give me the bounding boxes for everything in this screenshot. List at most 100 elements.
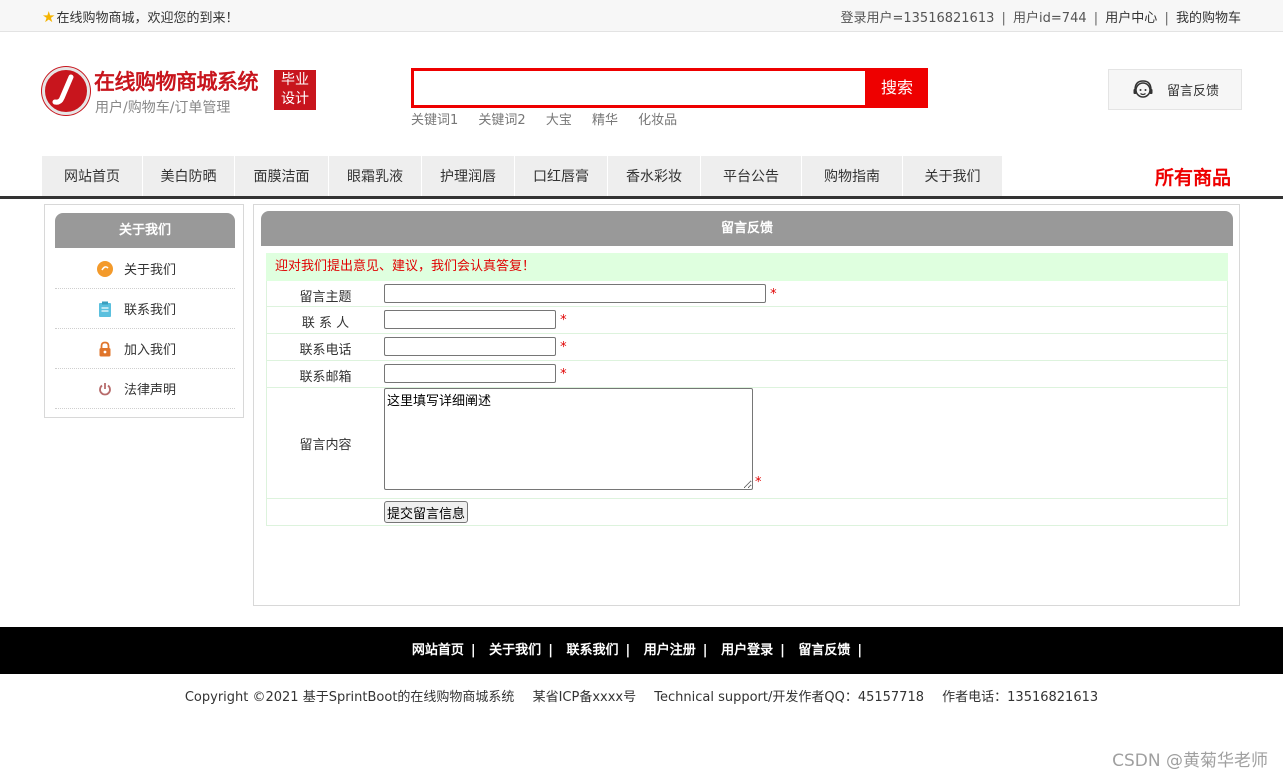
power-icon xyxy=(97,381,113,397)
all-goods-link[interactable]: 所有商品 xyxy=(1155,163,1231,190)
user-center-link[interactable]: 用户中心 xyxy=(1105,11,1157,26)
keyword-link[interactable]: 大宝 xyxy=(546,113,572,128)
footer-separator: | xyxy=(470,643,476,658)
nav-item-masks[interactable]: 面膜洁面 xyxy=(235,156,329,196)
nav-item-announcements[interactable]: 平台公告 xyxy=(701,156,802,196)
copyright-line: Copyright ©2021 基于SprintBoot的在线购物商城系统 某省… xyxy=(0,686,1283,705)
footer-link-contact[interactable]: 联系我们 xyxy=(566,643,618,658)
sidebar-item-label: 关于我们 xyxy=(124,263,177,278)
support-text: Technical support/开发作者QQ：45157718 xyxy=(654,690,925,705)
footer-nav: 网站首页 | 关于我们 | 联系我们 | 用户注册 | 用户登录 | 留言反馈 | xyxy=(0,627,1283,674)
submit-wrap: 提交留言信息 xyxy=(384,501,469,523)
form-row-email: 联系邮箱 * xyxy=(266,361,1228,388)
submit-feedback-button[interactable]: 提交留言信息 xyxy=(384,501,469,523)
footer-link-register[interactable]: 用户注册 xyxy=(644,643,696,658)
phone-field-wrap: * xyxy=(384,337,567,356)
footer-separator: | xyxy=(780,643,785,658)
nav-item-shopping-guide[interactable]: 购物指南 xyxy=(802,156,903,196)
contact-label: 联 系 人 xyxy=(301,316,350,331)
keyword-link[interactable]: 关键词2 xyxy=(478,113,525,128)
logo-subtitle: 用户/购物车/订单管理 xyxy=(95,100,231,116)
clipboard-icon xyxy=(97,301,113,317)
sidebar-list: 关于我们 联系我们 加入我们 法律声明 xyxy=(55,249,235,409)
form-row-submit: 提交留言信息 xyxy=(266,499,1228,526)
footer-separator: | xyxy=(548,643,553,658)
nav-divider xyxy=(0,196,1283,199)
sidebar-title: 关于我们 xyxy=(55,213,235,248)
form-row-phone: 联系电话 * xyxy=(266,334,1228,361)
search-input[interactable] xyxy=(414,71,865,105)
footer-link-login[interactable]: 用户登录 xyxy=(721,643,773,658)
contact-input[interactable] xyxy=(384,310,556,329)
keyword-link[interactable]: 化妆品 xyxy=(638,113,677,128)
author-phone-text: 作者电话：13516821613 xyxy=(942,690,1099,705)
email-label: 联系邮箱 xyxy=(299,370,352,385)
form-row-contact: 联 系 人 * xyxy=(266,307,1228,334)
footer-separator: | xyxy=(625,643,631,658)
main-nav: 网站首页 美白防晒 面膜洁面 眼霜乳液 护理润唇 口红唇膏 香水彩妆 平台公告 … xyxy=(42,156,1003,196)
footer-link-feedback[interactable]: 留言反馈 xyxy=(798,643,850,658)
nav-item-home[interactable]: 网站首页 xyxy=(42,156,143,196)
copyright-text: Copyright ©2021 基于SprintBoot的在线购物商城系统 xyxy=(184,690,515,705)
headset-icon xyxy=(1133,79,1153,98)
content-label: 留言内容 xyxy=(299,438,352,453)
feedback-button-label: 留言反馈 xyxy=(1167,84,1220,99)
separator: | xyxy=(1164,11,1169,26)
feedback-form: 迎对我们提出意见、建议，我们会认真答复！ 留言主题 * 联 系 人 * 联系电话… xyxy=(266,253,1228,526)
panel-title: 留言反馈 xyxy=(261,211,1233,246)
form-row-subject: 留言主题 * xyxy=(266,281,1228,307)
email-input[interactable] xyxy=(384,364,556,383)
content-field-wrap: 这里填写详细阐述 * xyxy=(384,388,762,490)
hot-keywords: 关键词1 关键词2 大宝 精华 化妆品 xyxy=(411,109,693,128)
lock-icon xyxy=(97,341,113,357)
subject-label: 留言主题 xyxy=(299,290,352,305)
icp-text: 某省ICP备xxxx号 xyxy=(532,690,637,705)
sidebar-item-label: 法律声明 xyxy=(124,383,177,398)
badge-line-1: 毕业 xyxy=(281,72,309,88)
sidebar-item-label: 加入我们 xyxy=(124,343,177,358)
my-cart-link[interactable]: 我的购物车 xyxy=(1176,11,1241,26)
search-button[interactable]: 搜索 xyxy=(866,68,928,108)
login-user-text: 登录用户=13516821613 xyxy=(840,11,995,26)
footer-separator: | xyxy=(702,643,708,658)
separator: | xyxy=(1001,11,1006,26)
graduation-badge: 毕业 设计 xyxy=(274,70,316,110)
required-mark: * xyxy=(560,340,567,355)
nav-item-perfume[interactable]: 香水彩妆 xyxy=(608,156,701,196)
sidebar: 关于我们 关于我们 联系我们 加入我们 法律声明 xyxy=(44,204,244,418)
nav-item-lipstick[interactable]: 口红唇膏 xyxy=(515,156,608,196)
contact-field-wrap: * xyxy=(384,310,567,329)
nav-item-eye-cream[interactable]: 眼霜乳液 xyxy=(329,156,422,196)
keyword-link[interactable]: 精华 xyxy=(592,113,618,128)
form-notice: 迎对我们提出意见、建议，我们会认真答复！ xyxy=(266,253,1228,281)
logo-title: 在线购物商城系统 xyxy=(94,70,259,94)
required-mark: * xyxy=(755,475,762,490)
top-bar: ★ 在线购物商城，欢迎您的到来！ 登录用户=13516821613 | 用户id… xyxy=(0,0,1283,32)
subject-input[interactable] xyxy=(384,284,766,303)
badge-line-2: 设计 xyxy=(281,91,309,107)
star-icon: ★ xyxy=(42,7,56,26)
nav-item-whitening[interactable]: 美白防晒 xyxy=(143,156,235,196)
feedback-panel: 留言反馈 迎对我们提出意见、建议，我们会认真答复！ 留言主题 * 联 系 人 *… xyxy=(253,204,1240,606)
footer-link-about[interactable]: 关于我们 xyxy=(489,643,541,658)
footer-link-home[interactable]: 网站首页 xyxy=(412,643,464,658)
sidebar-item-legal[interactable]: 法律声明 xyxy=(55,369,235,409)
sidebar-item-join[interactable]: 加入我们 xyxy=(55,329,235,369)
content-textarea[interactable]: 这里填写详细阐述 xyxy=(384,388,753,490)
welcome-message: ★ 在线购物商城，欢迎您的到来！ xyxy=(42,7,238,27)
nav-item-lip-care[interactable]: 护理润唇 xyxy=(422,156,515,196)
feedback-button[interactable]: 留言反馈 xyxy=(1108,69,1242,110)
email-field-wrap: * xyxy=(384,364,567,383)
sidebar-item-contact[interactable]: 联系我们 xyxy=(55,289,235,329)
subject-field-wrap: * xyxy=(384,284,777,303)
logo-emblem-icon xyxy=(42,67,90,115)
phone-input[interactable] xyxy=(384,337,556,356)
required-mark: * xyxy=(560,367,567,382)
sidebar-item-about[interactable]: 关于我们 xyxy=(55,249,235,289)
nav-item-about[interactable]: 关于我们 xyxy=(903,156,1003,196)
site-logo[interactable]: 在线购物商城系统 用户/购物车/订单管理 毕业 设计 xyxy=(42,66,322,116)
sidebar-item-label: 联系我们 xyxy=(124,303,177,318)
keyword-link[interactable]: 关键词1 xyxy=(411,113,458,128)
search-box: 搜索 xyxy=(411,68,928,108)
csdn-watermark: CSDN @黄菊华老师 xyxy=(1112,751,1268,771)
